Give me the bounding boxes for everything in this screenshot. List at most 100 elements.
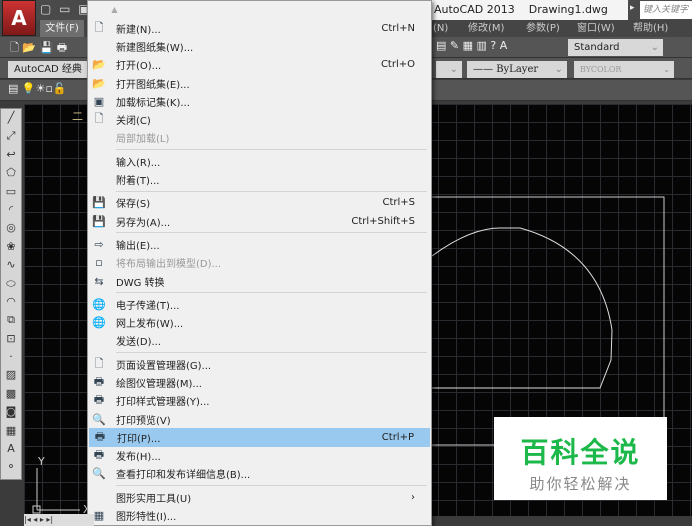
- export-layout-icon: ▫: [95, 256, 103, 270]
- menu-item[interactable]: 💾 另存为(A)... Ctrl+Shift+S: [88, 212, 431, 230]
- menu-item-shortcut: Ctrl+S: [382, 197, 415, 209]
- plotter-manager-icon: 🖶: [93, 375, 105, 388]
- publish-web-icon: 🌐: [92, 316, 106, 330]
- add-selected-icon[interactable]: ⚬: [1, 458, 21, 476]
- polygon-icon[interactable]: ⬠: [1, 164, 21, 182]
- menu-item[interactable]: 🌐 网上发布(W)...: [88, 313, 431, 331]
- file-menu-dropdown: ▲ 🗋 新建(N)... Ctrl+N 新建图纸集(W)... 📂 打开(O)... Ctr…: [87, 0, 432, 526]
- menu-item-label: 绘图仪管理器(M)...: [116, 378, 202, 390]
- spline-icon[interactable]: ∿: [1, 256, 21, 274]
- menu-item[interactable]: 🗋 新建(N)... Ctrl+N: [88, 19, 431, 37]
- watermark: 百科全说 助你轻松解决: [494, 417, 667, 500]
- rectangle-outline: [432, 196, 665, 446]
- hatch-icon[interactable]: ▨: [1, 366, 21, 384]
- menu-item[interactable]: 🔍 查看打印和发布详细信息(B)...: [88, 465, 431, 483]
- save-icon: 💾: [92, 196, 106, 210]
- menu-item-label: 图形特性(I)...: [116, 512, 177, 524]
- menu-item-shortcut: Ctrl+Shift+S: [351, 215, 415, 227]
- menu-item-label: DWG 转换: [116, 277, 165, 289]
- plot-style-icon: 🖶: [93, 393, 105, 407]
- menu-item-label: 网上发布(W)...: [116, 319, 184, 331]
- menu-item-shortcut: Ctrl+O: [380, 59, 415, 71]
- region-icon[interactable]: ◙: [1, 403, 21, 421]
- menu-item[interactable]: 🗋 页面设置管理器(G)...: [88, 355, 431, 373]
- application-menu-button[interactable]: A: [2, 0, 36, 36]
- menu-item-label: 打印(P)...: [117, 433, 161, 445]
- menu-item-shortcut: Ctrl+N: [381, 22, 415, 34]
- menu-item-label: 新建图纸集(W)...: [116, 42, 194, 54]
- menu-item[interactable]: 图形实用工具(U) ›: [88, 488, 431, 506]
- menu-item-label: 电子传递(T)...: [116, 300, 180, 312]
- menu-item-label: 输入(R)...: [116, 157, 161, 169]
- polyline-icon[interactable]: ↩: [1, 146, 21, 164]
- rectangle-icon[interactable]: ▭: [1, 183, 21, 201]
- menu-item[interactable]: ▣ 加载标记集(K)...: [88, 92, 431, 110]
- menu-item[interactable]: 🖶 打印(P)... Ctrl+P: [89, 428, 430, 447]
- menu-item-label: 页面设置管理器(G)...: [116, 360, 212, 372]
- menu-item-label: 局部加载(L): [116, 134, 170, 146]
- scroll-up-icon[interactable]: ▲: [88, 1, 431, 19]
- table-icon[interactable]: ▦: [1, 422, 21, 440]
- menu-item-label: 打印预览(V): [116, 415, 171, 427]
- menu-item[interactable]: 🌐 电子传递(T)...: [88, 295, 431, 313]
- menu-item[interactable]: 发送(D)...: [88, 332, 431, 350]
- construction-line-icon[interactable]: ⤢: [1, 127, 21, 145]
- menu-item-label: 保存(S): [116, 199, 151, 211]
- menu-item-label: 另存为(A)...: [116, 217, 171, 229]
- watermark-title: 百科全说: [520, 436, 641, 469]
- menu-item[interactable]: ⇨ 输出(E)...: [88, 235, 431, 253]
- menu-item-label: 关闭(C): [116, 116, 151, 128]
- arc-shape: [431, 227, 613, 389]
- ellipse-icon[interactable]: ⬭: [1, 275, 21, 293]
- export-icon: ⇨: [94, 237, 104, 251]
- plot-preview-icon: 🔍: [92, 412, 106, 426]
- ellipse-arc-icon[interactable]: ◠: [1, 293, 21, 311]
- save-as-icon: 💾: [92, 214, 106, 228]
- point-icon[interactable]: ·: [1, 348, 21, 366]
- menu-item[interactable]: ▫ 将布局输出到模型(D)...: [88, 254, 431, 272]
- layout-tab-nav[interactable]: |◂ ◂ ▸ ▸|: [24, 514, 94, 526]
- menu-item[interactable]: 💾 保存(S) Ctrl+S: [88, 194, 431, 212]
- menu-item[interactable]: 输入(R)...: [88, 152, 431, 170]
- gradient-icon[interactable]: ▩: [1, 385, 21, 403]
- ucs-icon: [32, 468, 80, 514]
- close-icon: 🗋: [94, 112, 104, 126]
- make-block-icon[interactable]: ⊡: [1, 330, 21, 348]
- markup-icon: ▣: [93, 94, 105, 108]
- menu-item-label: 将布局输出到模型(D)...: [116, 259, 222, 271]
- multiline-text-icon[interactable]: A: [1, 440, 21, 458]
- menu-item[interactable]: ⇆ DWG 转换: [88, 272, 431, 290]
- menu-item-label: 新建(N)...: [116, 24, 161, 36]
- menu-item[interactable]: 🗋 关闭(C): [88, 110, 431, 128]
- menu-item[interactable]: 新建图纸集(W)...: [88, 37, 431, 55]
- menu-item-label: 加载标记集(K)...: [116, 97, 190, 109]
- open-icon: 📂: [92, 58, 106, 72]
- menu-item-label: 输出(E)...: [116, 240, 160, 252]
- open-sheetset-icon: 📂: [92, 76, 106, 90]
- menu-item-label: 图形实用工具(U): [116, 493, 192, 505]
- menu-item-shortcut: Ctrl+P: [381, 431, 414, 443]
- menu-item[interactable]: 📂 打开(O)... Ctrl+O: [88, 56, 431, 74]
- revision-cloud-icon[interactable]: ❀: [1, 238, 21, 256]
- menu-item[interactable]: 附着(T)...: [88, 170, 431, 188]
- menu-item[interactable]: ▦ 图形特性(I)...: [88, 506, 431, 524]
- menu-item[interactable]: 🖶 打印样式管理器(Y)...: [88, 392, 431, 410]
- menu-item[interactable]: 🖶 发布(H)...: [88, 447, 431, 465]
- menu-item[interactable]: 📂 打开图纸集(E)...: [88, 74, 431, 92]
- ucs-y-label: Y: [37, 455, 45, 468]
- menu-item-label: 打开(O)...: [116, 61, 162, 73]
- menu-item[interactable]: 🖶 绘图仪管理器(M)...: [88, 373, 431, 391]
- draw-toolbar: ╱ ⤢ ↩ ⬠ ▭ ◜ ◎ ❀ ∿ ⬭ ◠ ⧉ ⊡ · ▨ ▩ ◙ ▦ A ⚬: [0, 108, 22, 480]
- menu-item[interactable]: 局部加载(L): [88, 129, 431, 147]
- menu-item[interactable]: 🔍 打印预览(V): [88, 410, 431, 428]
- menu-item-label: 发送(D)...: [116, 337, 162, 349]
- circle-icon[interactable]: ◎: [1, 219, 21, 237]
- insert-block-icon[interactable]: ⧉: [1, 311, 21, 329]
- arc-icon[interactable]: ◜: [1, 201, 21, 219]
- etransmit-icon: 🌐: [92, 297, 106, 311]
- menu-item-shortcut: ›: [411, 491, 415, 503]
- plot-details-icon: 🔍: [92, 467, 106, 481]
- line-icon[interactable]: ╱: [1, 109, 21, 127]
- menu-item-label: 附着(T)...: [116, 176, 160, 188]
- menu-item-label: 打印样式管理器(Y)...: [116, 397, 210, 409]
